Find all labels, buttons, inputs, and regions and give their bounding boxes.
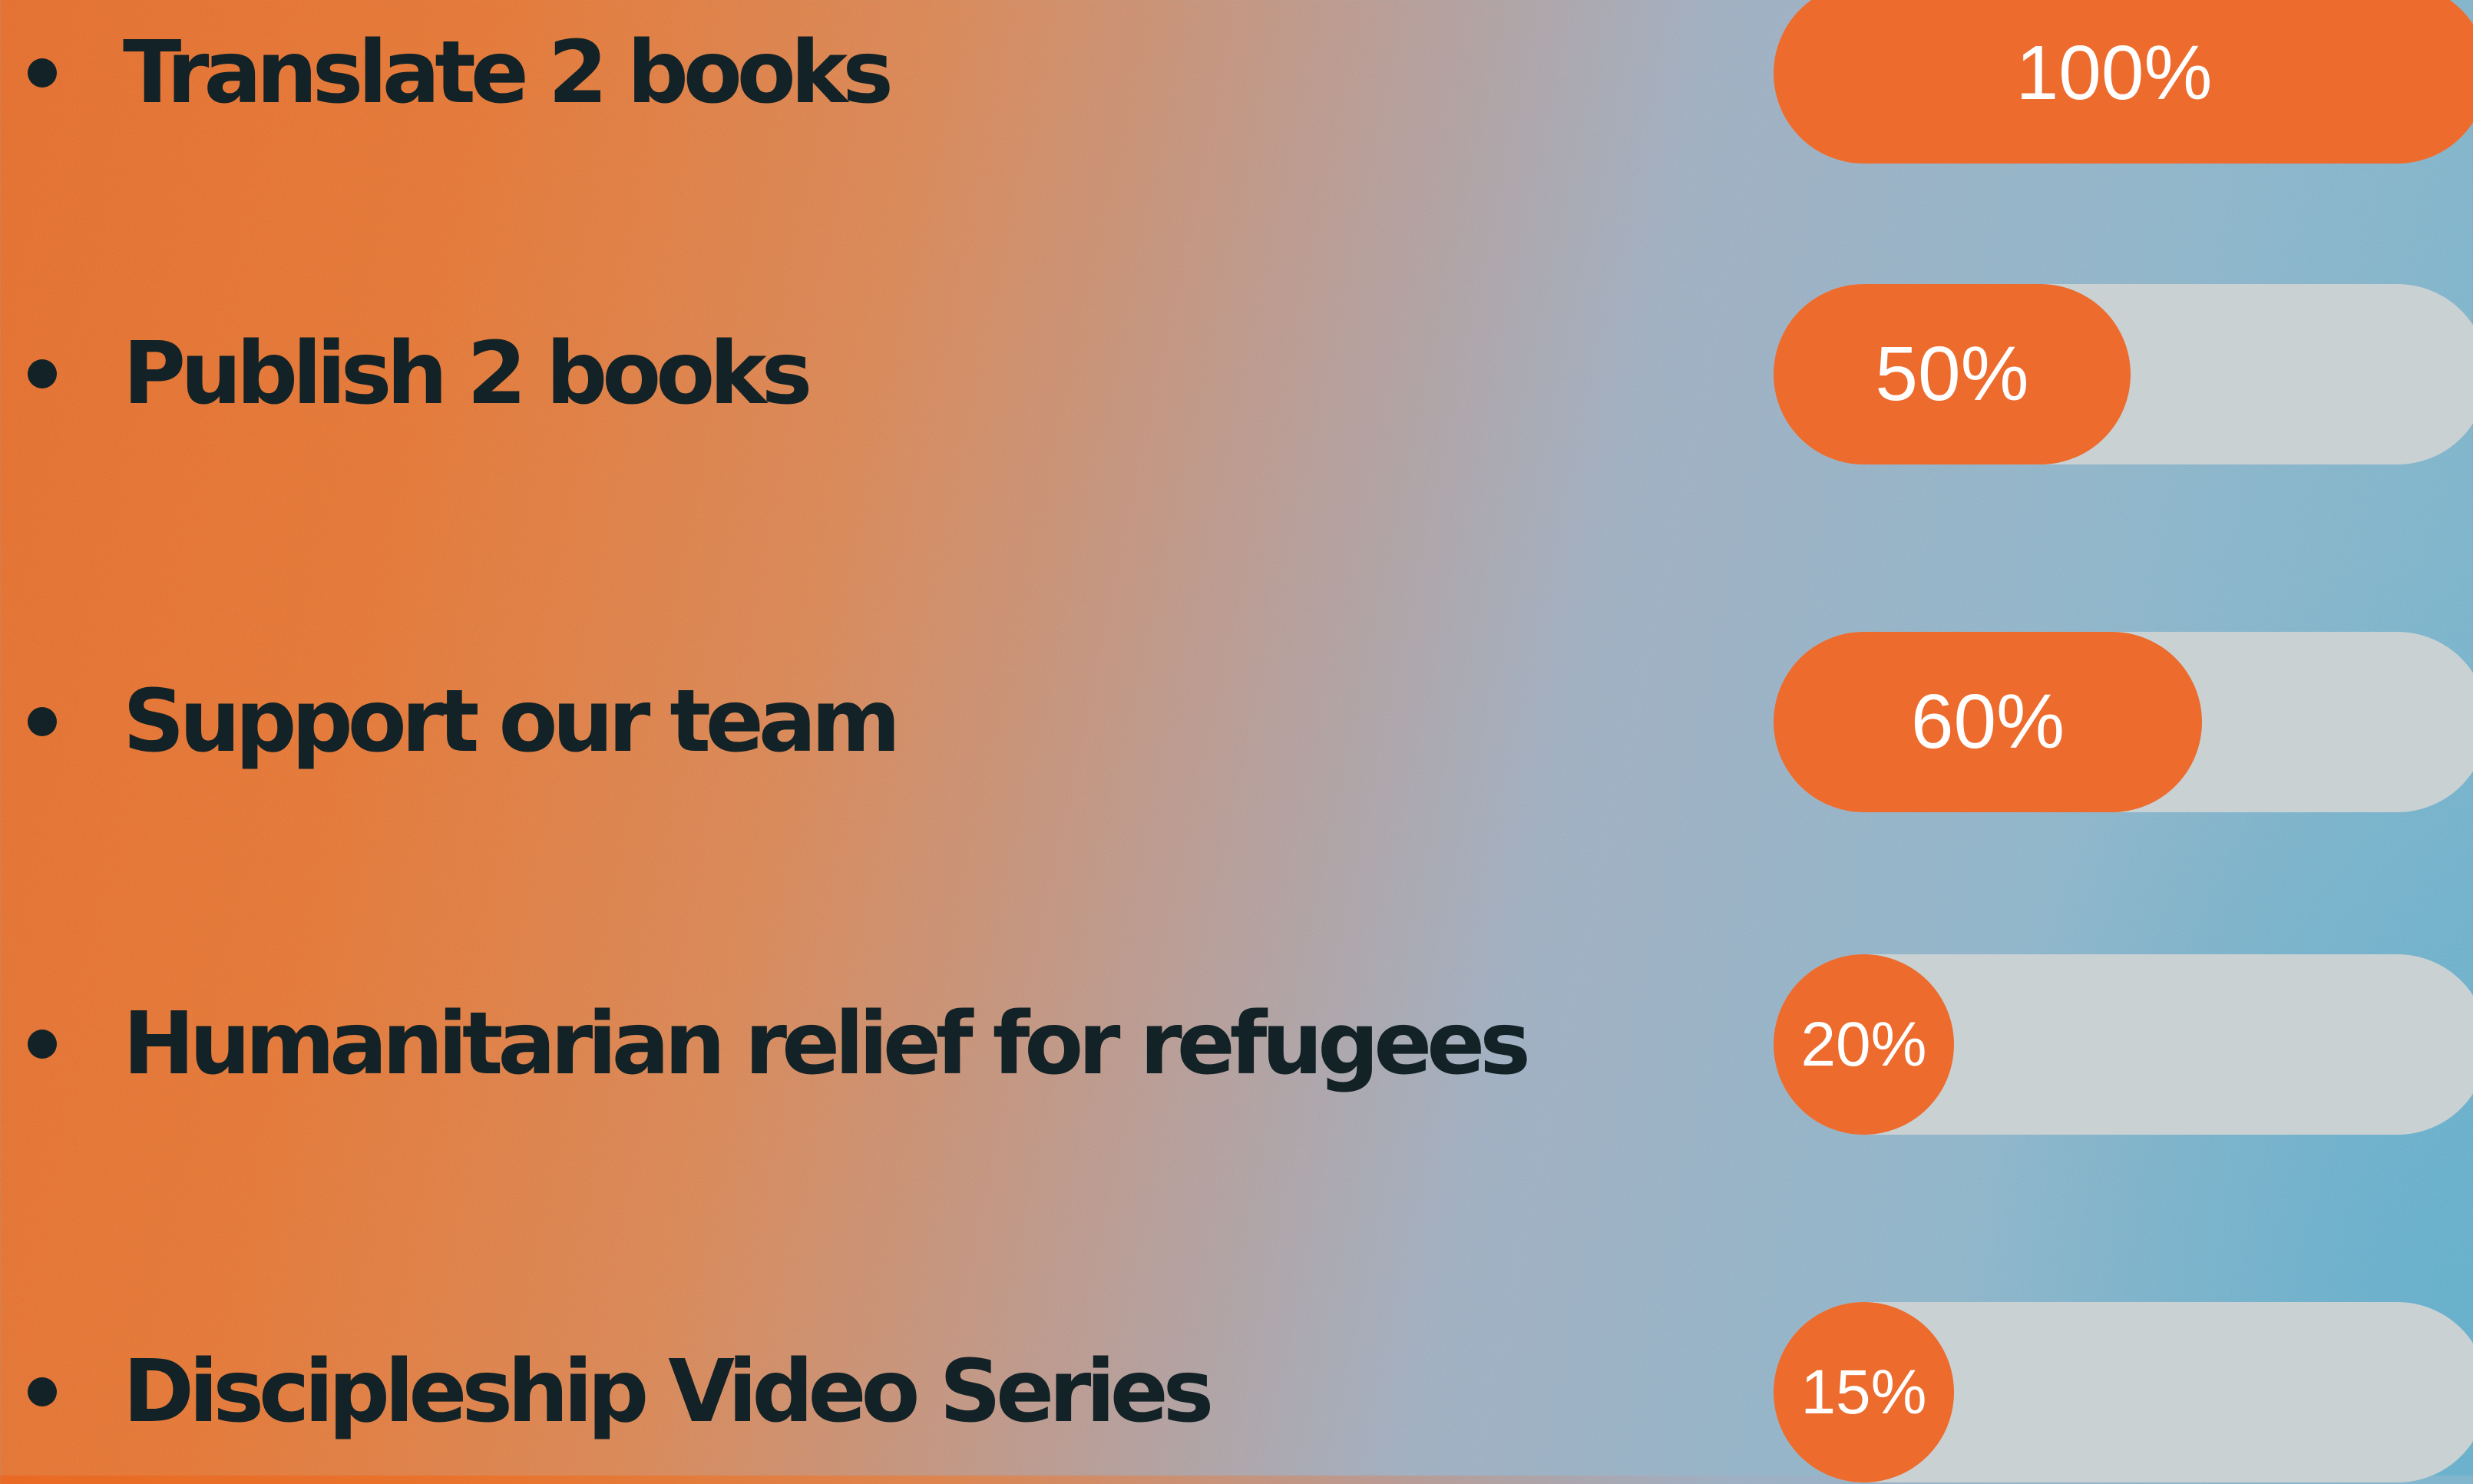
bullet-dot: [28, 1030, 57, 1059]
progress-percent: 15%: [1800, 1357, 1927, 1427]
goal-label: Discipleship Video Series: [123, 1342, 1214, 1442]
progress-percent: 100%: [2015, 30, 2213, 116]
progress-track: 20%: [1774, 954, 2473, 1135]
progress-track: 100%: [1774, 0, 2473, 164]
bullet-dot: [28, 707, 57, 736]
progress-track: 60%: [1774, 632, 2473, 812]
bullet-dot: [28, 58, 57, 88]
goal-row: Translate 2 books 100%: [0, 0, 2473, 165]
goal-label: Translate 2 books: [123, 23, 894, 123]
bullet-dot: [28, 359, 57, 388]
progress-track: 15%: [1774, 1302, 2473, 1482]
goal-label: Humanitarian relief for refugees: [123, 994, 1531, 1094]
goal-label: Publish 2 books: [123, 324, 812, 424]
goal-row: Discipleship Video Series 15%: [0, 1300, 2473, 1484]
bullet-dot: [28, 1377, 57, 1406]
goal-label: Support our team: [123, 672, 901, 772]
progress-track: 50%: [1774, 284, 2473, 464]
progress-percent: 50%: [1875, 331, 2029, 417]
goal-row: Humanitarian relief for refugees 20%: [0, 952, 2473, 1136]
goal-row: Support our team 60%: [0, 630, 2473, 814]
progress-percent: 60%: [1910, 679, 2065, 765]
progress-percent: 20%: [1800, 1010, 1927, 1079]
goal-row: Publish 2 books 50%: [0, 282, 2473, 466]
